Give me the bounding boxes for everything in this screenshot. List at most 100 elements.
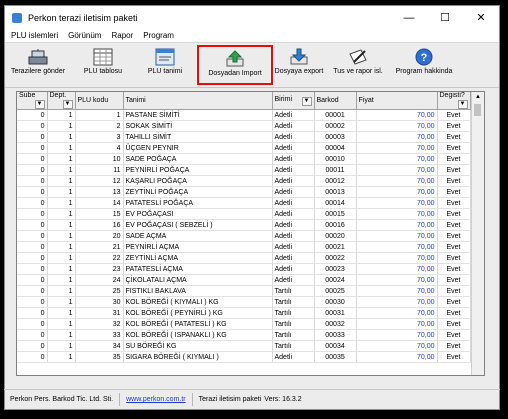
menu-report[interactable]: Rapor bbox=[111, 31, 133, 40]
cell-price[interactable]: 70,00 bbox=[356, 219, 438, 231]
cell-price[interactable]: 70,00 bbox=[356, 230, 438, 242]
cell-plu-code[interactable]: 35 bbox=[75, 351, 124, 363]
cell-changed[interactable]: Evet bbox=[437, 252, 471, 264]
cell-barcode[interactable]: 00015 bbox=[314, 208, 357, 220]
cell-plu-code[interactable]: 3 bbox=[75, 131, 124, 143]
cell-barcode[interactable]: 00022 bbox=[314, 252, 357, 264]
cell-name[interactable]: SOKAK SİMİTİ bbox=[123, 120, 273, 132]
cell-price[interactable]: 70,00 bbox=[356, 285, 438, 297]
plu-table-button[interactable]: PLU tablosu bbox=[67, 45, 139, 85]
minimize-button[interactable]: — bbox=[391, 6, 427, 29]
cell-price[interactable]: 70,00 bbox=[356, 153, 438, 165]
cell-name[interactable]: ZEYTİNLİ POĞAÇA bbox=[123, 186, 273, 198]
cell-changed[interactable]: Evet bbox=[437, 263, 471, 275]
cell-changed[interactable]: Evet bbox=[437, 164, 471, 176]
cell-unit[interactable]: Adetli bbox=[272, 241, 315, 253]
cell-name[interactable]: SADE POĞAÇA bbox=[123, 153, 273, 165]
col-header-changed[interactable]: Degisti? ▼ bbox=[437, 92, 471, 110]
table-row[interactable]: 0 1 34 SU BÖREĞİ KG Tartılı 00034 70,00 Evet bbox=[17, 340, 471, 352]
about-program-button[interactable]: ? Program hakkinda bbox=[391, 45, 457, 85]
maximize-button[interactable]: ☐ bbox=[427, 6, 463, 29]
cell-price[interactable]: 70,00 bbox=[356, 307, 438, 319]
cell-unit[interactable]: Tartılı bbox=[272, 318, 315, 330]
cell-name[interactable]: PEYNİRLİ POĞAÇA bbox=[123, 164, 273, 176]
cell-barcode[interactable]: 00003 bbox=[314, 131, 357, 143]
cell-plu-code[interactable]: 1 bbox=[75, 109, 124, 121]
menu-plu[interactable]: PLU islemleri bbox=[11, 31, 58, 40]
cell-unit[interactable]: Adetli bbox=[272, 351, 315, 363]
cell-barcode[interactable]: 00013 bbox=[314, 186, 357, 198]
cell-dept[interactable]: 1 bbox=[47, 109, 76, 121]
cell-price[interactable]: 70,00 bbox=[356, 263, 438, 275]
cell-plu-code[interactable]: 32 bbox=[75, 318, 124, 330]
cell-unit[interactable]: Tartılı bbox=[272, 285, 315, 297]
cell-barcode[interactable]: 00033 bbox=[314, 329, 357, 341]
cell-barcode[interactable]: 00014 bbox=[314, 197, 357, 209]
cell-changed[interactable]: Evet bbox=[437, 329, 471, 341]
cell-price[interactable]: 70,00 bbox=[356, 329, 438, 341]
cell-changed[interactable]: Evet bbox=[437, 340, 471, 352]
cell-plu-code[interactable]: 25 bbox=[75, 285, 124, 297]
cell-barcode[interactable]: 00030 bbox=[314, 296, 357, 308]
cell-barcode[interactable]: 00011 bbox=[314, 164, 357, 176]
cell-sube[interactable]: 0 bbox=[17, 285, 48, 297]
cell-name[interactable]: FISTIKLI BAKLAVA bbox=[123, 285, 273, 297]
col-header-plu-code[interactable]: PLU kodu bbox=[75, 92, 124, 110]
cell-unit[interactable]: Tartılı bbox=[272, 340, 315, 352]
cell-name[interactable]: EV POĞAÇASI ( SEBZELİ ) bbox=[123, 219, 273, 231]
table-row[interactable]: 0 1 35 SIGARA BÖREĞİ ( KIYMALI ) Adetli 00035… bbox=[17, 351, 471, 363]
cell-changed[interactable]: Evet bbox=[437, 274, 471, 286]
cell-sube[interactable]: 0 bbox=[17, 252, 48, 264]
cell-dept[interactable]: 1 bbox=[47, 241, 76, 253]
cell-price[interactable]: 70,00 bbox=[356, 131, 438, 143]
cell-plu-code[interactable]: 34 bbox=[75, 340, 124, 352]
cell-barcode[interactable]: 00025 bbox=[314, 285, 357, 297]
cell-sube[interactable]: 0 bbox=[17, 340, 48, 352]
cell-sube[interactable]: 0 bbox=[17, 241, 48, 253]
cell-plu-code[interactable]: 24 bbox=[75, 274, 124, 286]
cell-sube[interactable]: 0 bbox=[17, 318, 48, 330]
cell-changed[interactable]: Evet bbox=[437, 208, 471, 220]
cell-unit[interactable]: Adetli bbox=[272, 186, 315, 198]
cell-name[interactable]: SU BÖREĞİ KG bbox=[123, 340, 273, 352]
cell-dept[interactable]: 1 bbox=[47, 142, 76, 154]
cell-plu-code[interactable]: 22 bbox=[75, 252, 124, 264]
table-row[interactable]: 0 1 32 KOL BÖREĞİ ( PATATESLİ ) KG Tartılı 00… bbox=[17, 318, 471, 330]
status-website-link[interactable]: www.perkon.com.tr bbox=[120, 393, 193, 406]
cell-plu-code[interactable]: 16 bbox=[75, 219, 124, 231]
cell-changed[interactable]: Evet bbox=[437, 307, 471, 319]
cell-unit[interactable]: Adetli bbox=[272, 208, 315, 220]
cell-sube[interactable]: 0 bbox=[17, 263, 48, 275]
cell-dept[interactable]: 1 bbox=[47, 274, 76, 286]
cell-unit[interactable]: Adetli bbox=[272, 109, 315, 121]
cell-barcode[interactable]: 00035 bbox=[314, 351, 357, 363]
menu-program[interactable]: Program bbox=[143, 31, 174, 40]
cell-name[interactable]: KOL BÖREĞİ ( ISPANAKLI ) KG bbox=[123, 329, 273, 341]
cell-changed[interactable]: Evet bbox=[437, 351, 471, 363]
table-row[interactable]: 0 1 3 TAHILLI SİMİT Adetli 00003 70,00 Evet bbox=[17, 131, 471, 143]
cell-unit[interactable]: Adetli bbox=[272, 274, 315, 286]
cell-barcode[interactable]: 00001 bbox=[314, 109, 357, 121]
cell-unit[interactable]: Adetli bbox=[272, 197, 315, 209]
cell-name[interactable]: PATATESLİ AÇMA bbox=[123, 263, 273, 275]
table-row[interactable]: 0 1 30 KOL BÖREĞİ ( KIYMALI ) KG Tartılı 0003… bbox=[17, 296, 471, 308]
cell-plu-code[interactable]: 2 bbox=[75, 120, 124, 132]
cell-price[interactable]: 70,00 bbox=[356, 274, 438, 286]
cell-sube[interactable]: 0 bbox=[17, 131, 48, 143]
cell-unit[interactable]: Adetli bbox=[272, 142, 315, 154]
cell-unit[interactable]: Tartılı bbox=[272, 307, 315, 319]
chevron-down-icon[interactable]: ▼ bbox=[34, 100, 45, 109]
cell-price[interactable]: 70,00 bbox=[356, 351, 438, 363]
table-row[interactable]: 0 1 4 ÜÇGEN PEYNIR Adetli 00004 70,00 Evet bbox=[17, 142, 471, 154]
cell-dept[interactable]: 1 bbox=[47, 307, 76, 319]
table-row[interactable]: 0 1 11 PEYNİRLİ POĞAÇA Adetli 00011 70,00 Evet bbox=[17, 164, 471, 176]
cell-changed[interactable]: Evet bbox=[437, 109, 471, 121]
cell-sube[interactable]: 0 bbox=[17, 142, 48, 154]
cell-price[interactable]: 70,00 bbox=[356, 186, 438, 198]
cell-unit[interactable]: Tartılı bbox=[272, 329, 315, 341]
cell-changed[interactable]: Evet bbox=[437, 241, 471, 253]
cell-unit[interactable]: Adetli bbox=[272, 219, 315, 231]
col-header-dept[interactable]: Dept. ▼ bbox=[47, 92, 76, 110]
cell-unit[interactable]: Adetli bbox=[272, 252, 315, 264]
cell-sube[interactable]: 0 bbox=[17, 208, 48, 220]
